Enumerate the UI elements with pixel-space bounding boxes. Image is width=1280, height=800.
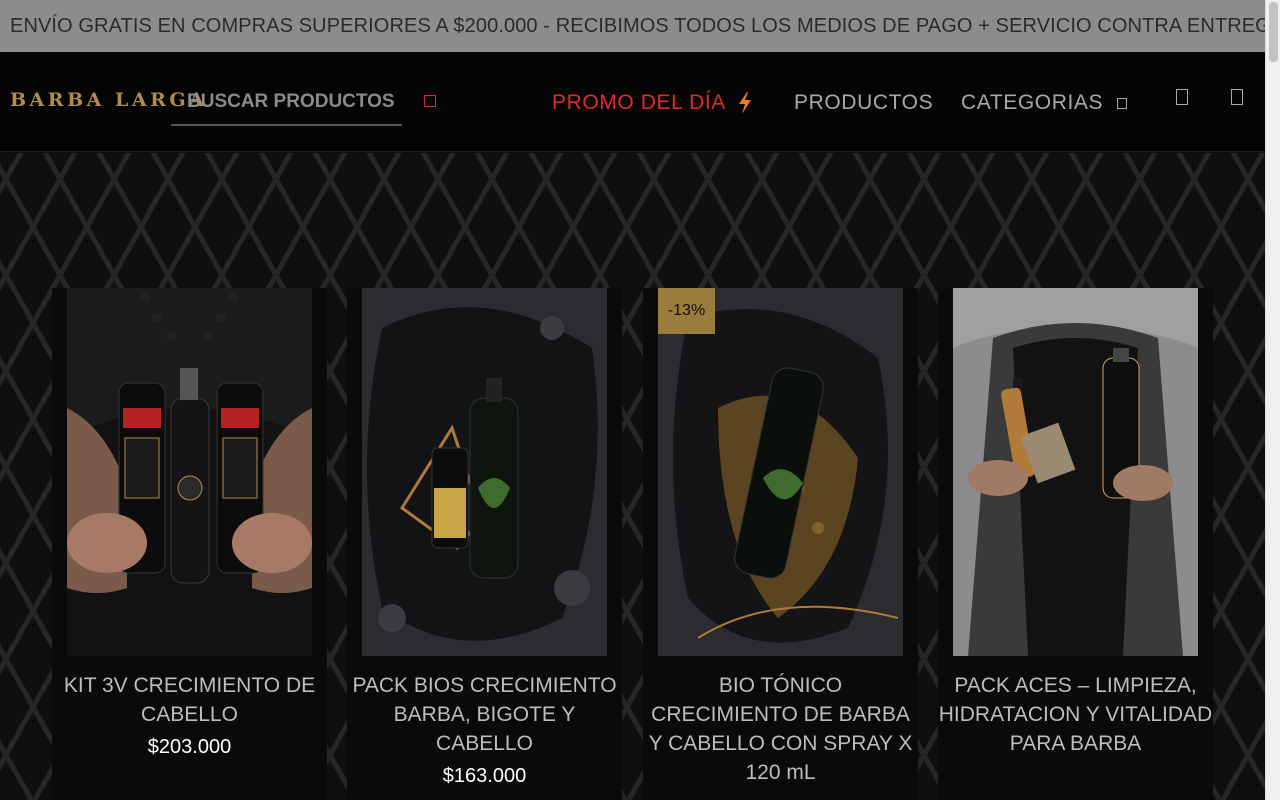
product-card[interactable]: KIT 3V CRECIMIENTO DE CABELLO $203.000 — [52, 288, 327, 800]
search-input[interactable] — [171, 82, 402, 122]
product-card[interactable]: PACK BIOS CRECIMIENTO BARBA, BIGOTE Y CA… — [347, 288, 622, 800]
site-header: BARBA LARGA PROMO DEL DÍA PRODUCTOS CATE… — [0, 52, 1265, 152]
nav-categorias[interactable]: CATEGORIAS — [961, 88, 1128, 118]
product-card[interactable]: PACK ACES – LIMPIEZA, HIDRATACION Y VITA… — [938, 288, 1213, 800]
cart-icon[interactable] — [1231, 89, 1243, 105]
user-icon[interactable] — [1176, 89, 1188, 105]
product-image[interactable]: -13% — [658, 288, 903, 656]
nav-categorias-label: CATEGORIAS — [961, 91, 1104, 114]
lightning-icon — [738, 92, 751, 114]
nav-promo-label: PROMO DEL DÍA — [552, 91, 726, 114]
scrollbar-thumb[interactable] — [1269, 2, 1278, 62]
nav-productos[interactable]: PRODUCTOS — [794, 88, 933, 118]
product-image[interactable] — [953, 288, 1198, 656]
announcement-text: ENVÍO GRATIS EN COMPRAS SUPERIORES A $20… — [10, 15, 1265, 37]
nav-promo-del-dia[interactable]: PROMO DEL DÍA — [552, 88, 752, 118]
page-scrollbar[interactable] — [1265, 0, 1280, 800]
product-card[interactable]: -13% BIO TÓNICO CRECIMIENTO DE BARBA Y C… — [643, 288, 918, 800]
search-box — [171, 82, 402, 126]
chevron-down-icon — [1117, 97, 1128, 109]
announcement-bar: ENVÍO GRATIS EN COMPRAS SUPERIORES A $20… — [0, 0, 1265, 52]
product-price: $163.000 — [442, 765, 527, 787]
discount-badge: -13% — [658, 288, 715, 334]
product-image[interactable] — [67, 288, 312, 656]
product-title[interactable]: PACK BIOS CRECIMIENTO BARBA, BIGOTE Y CA… — [347, 671, 622, 758]
product-image[interactable] — [362, 288, 607, 656]
product-price: $203.000 — [147, 736, 232, 758]
product-title[interactable]: PACK ACES – LIMPIEZA, HIDRATACION Y VITA… — [938, 671, 1213, 758]
product-grid-section: KIT 3V CRECIMIENTO DE CABELLO $203.000 P… — [0, 153, 1265, 800]
nav-productos-label: PRODUCTOS — [794, 91, 934, 114]
product-title[interactable]: KIT 3V CRECIMIENTO DE CABELLO — [52, 671, 327, 729]
search-icon[interactable] — [424, 95, 436, 107]
product-title[interactable]: BIO TÓNICO CRECIMIENTO DE BARBA Y CABELL… — [643, 671, 918, 787]
